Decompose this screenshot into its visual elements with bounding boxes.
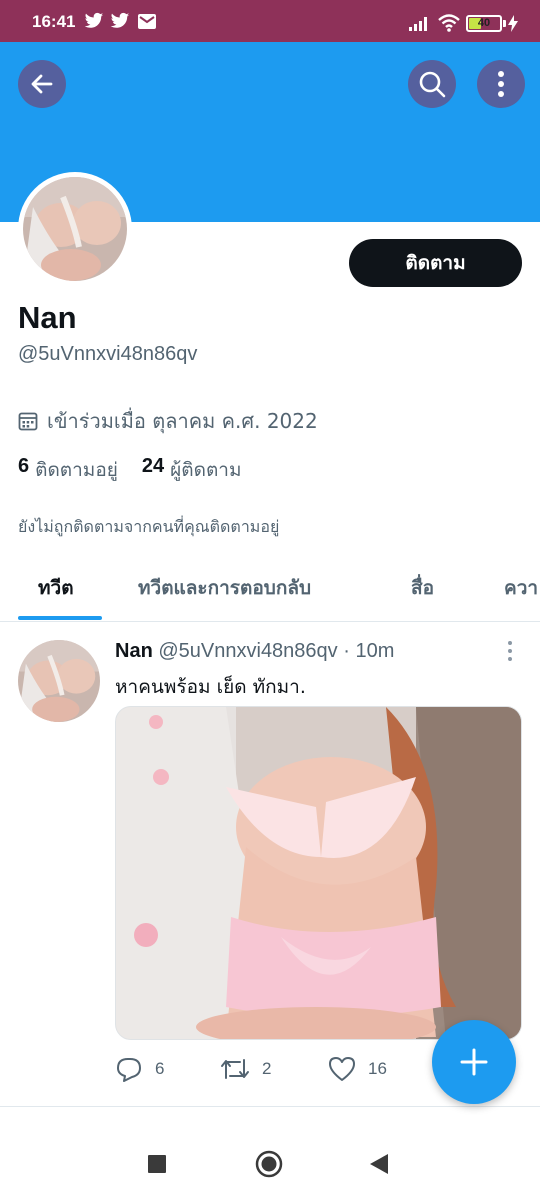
like-count: 16 <box>368 1059 387 1078</box>
tweet-text: หาคนพร้อม เย็ด ทักมา. <box>115 676 306 698</box>
circle-home-icon[interactable] <box>255 1150 283 1178</box>
following-count[interactable]: 6 <box>18 455 29 485</box>
follow-stats: 6 ติดตามอยู่ 24 ผู้ติดตาม <box>18 455 241 485</box>
tweet-meta: @5uVnnxvi48n86qv · 10m <box>158 640 395 662</box>
compose-tweet-button[interactable] <box>432 1020 516 1104</box>
retweet-button[interactable]: 2 <box>220 1056 271 1082</box>
search-button[interactable] <box>408 60 456 108</box>
wifi-icon <box>438 14 460 32</box>
more-options-button[interactable] <box>477 60 525 108</box>
tweet-header: Nan @5uVnnxvi48n86qv · 10m <box>115 640 394 663</box>
joined-date-text: เข้าร่วมเมื่อ ตุลาคม ค.ศ. 2022 <box>47 409 318 433</box>
search-icon <box>419 71 446 98</box>
tab-active-indicator <box>18 616 102 620</box>
heart-icon <box>329 1057 355 1081</box>
reply-icon <box>117 1058 141 1082</box>
square-icon[interactable] <box>148 1155 166 1173</box>
retweet-icon <box>221 1059 249 1079</box>
tweet-photo <box>116 707 521 1039</box>
avatar-photo <box>23 177 127 281</box>
tweet-divider <box>0 1106 540 1107</box>
tweet-author-name[interactable]: Nan <box>115 640 153 662</box>
charging-icon <box>508 15 518 32</box>
status-bar: 16:41 40 <box>0 0 540 42</box>
tab-tweets[interactable]: ทวีต <box>38 573 74 603</box>
more-vertical-icon <box>498 71 504 97</box>
tab-media[interactable]: สื่อ <box>411 573 434 603</box>
tweet-media-image[interactable] <box>115 706 522 1040</box>
mail-icon <box>138 14 156 29</box>
joined-date-row: เข้าร่วมเมื่อ ตุลาคม ค.ศ. 2022 <box>18 405 318 437</box>
arrow-left-icon <box>31 74 53 94</box>
avatar-photo <box>18 640 100 722</box>
profile-display-name: Nan <box>18 300 77 335</box>
calendar-icon <box>18 412 38 431</box>
battery-percent: 40 <box>477 17 491 29</box>
not-followed-notice: ยังไม่ถูกติดตามจากคนที่คุณติดตามอยู่ <box>18 517 280 536</box>
retweet-count: 2 <box>262 1059 272 1078</box>
tweet-more-icon[interactable] <box>500 640 520 662</box>
battery-icon: 40 <box>466 15 502 32</box>
profile-handle: @5uVnnxvi48n86qv <box>18 343 198 365</box>
tweet-avatar[interactable] <box>18 640 100 722</box>
status-time: 16:41 <box>32 12 76 31</box>
twitter-icon <box>84 12 104 28</box>
triangle-back-icon[interactable] <box>370 1154 388 1174</box>
followers-label[interactable]: ผู้ติดตาม <box>170 455 241 485</box>
signal-icon <box>409 17 427 31</box>
tab-tweets-and-replies[interactable]: ทวีตและการตอบกลับ <box>138 573 311 603</box>
reply-count: 6 <box>155 1059 165 1078</box>
profile-avatar-image <box>23 177 127 281</box>
follow-button[interactable]: ติดตาม <box>349 239 522 287</box>
tab-likes[interactable]: ควา <box>504 573 538 603</box>
plus-icon <box>460 1048 488 1076</box>
battery-nub <box>503 20 506 27</box>
like-button[interactable]: 16 <box>328 1056 387 1082</box>
reply-button[interactable]: 6 <box>115 1056 164 1082</box>
back-button[interactable] <box>18 60 66 108</box>
profile-avatar[interactable] <box>18 172 132 286</box>
profile-tabs: ทวีต ทวีตและการตอบกลับ สื่อ ควา <box>0 560 540 622</box>
following-label[interactable]: ติดตามอยู่ <box>35 455 118 485</box>
followers-count[interactable]: 24 <box>142 455 164 485</box>
tweet-actions: 6 2 16 <box>115 1056 415 1086</box>
twitter-icon <box>110 12 130 28</box>
system-nav-bar <box>0 1128 540 1200</box>
